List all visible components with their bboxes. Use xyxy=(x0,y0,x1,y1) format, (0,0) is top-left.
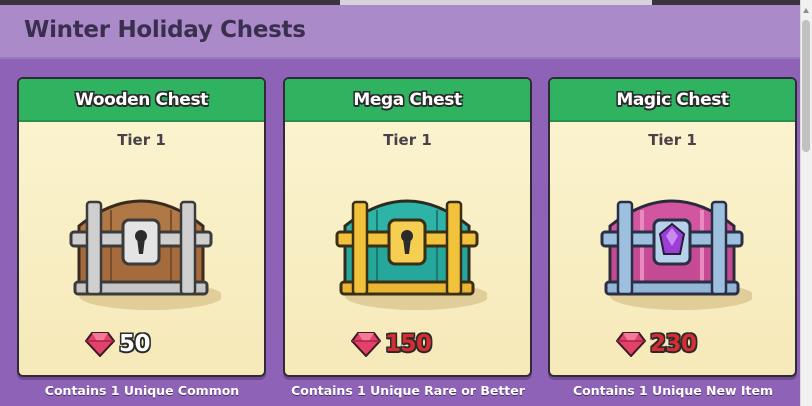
mega-chest-icon xyxy=(335,199,487,310)
chest-card-wooden[interactable]: Wooden Chest Tier 1 50 xyxy=(17,77,266,377)
page-title: Winter Holiday Chests xyxy=(24,17,306,43)
page-header: Winter Holiday Chests xyxy=(0,5,800,59)
chest-name: Magic Chest xyxy=(616,90,729,110)
wooden-chest-icon xyxy=(69,199,221,310)
chest-description: Contains 1 Unique New Item xyxy=(572,383,774,398)
chest-name: Wooden Chest xyxy=(75,90,208,110)
price-value: 150 xyxy=(385,331,432,357)
price-value: 230 xyxy=(650,331,697,357)
chest-price[interactable]: 50 xyxy=(85,327,151,361)
price-value: 50 xyxy=(119,331,151,357)
card-header: Wooden Chest xyxy=(19,79,264,122)
ruby-gem-icon xyxy=(85,332,115,357)
card-header: Mega Chest xyxy=(285,79,530,122)
magic-chest-icon xyxy=(600,199,752,310)
chest-card-magic[interactable]: Magic Chest Tier 1 230 xyxy=(548,77,797,377)
chest-tier: Tier 1 xyxy=(383,131,432,149)
ruby-gem-icon xyxy=(616,332,646,357)
chest-name: Mega Chest xyxy=(353,90,462,110)
scrollbar-thumb[interactable] xyxy=(802,20,810,152)
chest-price[interactable]: 150 xyxy=(351,327,432,361)
chest-tier: Tier 1 xyxy=(648,131,697,149)
chest-tier: Tier 1 xyxy=(117,131,166,149)
scroll-up-icon[interactable] xyxy=(803,8,809,13)
card-header: Magic Chest xyxy=(550,79,795,122)
chest-description: Contains 1 Unique Rare or Better xyxy=(291,383,525,398)
chest-description: Contains 1 Unique Common xyxy=(44,383,240,398)
chest-price[interactable]: 230 xyxy=(616,327,697,361)
chest-card-mega[interactable]: Mega Chest Tier 1 150 xyxy=(283,77,532,377)
ruby-gem-icon xyxy=(351,332,381,357)
